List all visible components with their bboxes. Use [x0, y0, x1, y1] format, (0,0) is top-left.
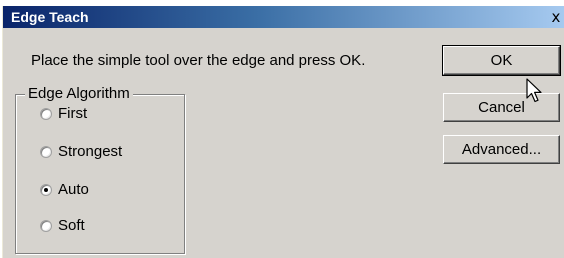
ok-button[interactable]: OK	[442, 45, 561, 76]
radio-button-auto[interactable]	[40, 184, 52, 196]
edge-algorithm-group-label: Edge Algorithm	[25, 85, 133, 103]
radio-button-first[interactable]	[40, 108, 52, 120]
radio-label-strongest: Strongest	[58, 143, 123, 160]
radio-selected-dot	[44, 188, 48, 192]
radio-label-auto: Auto	[58, 181, 89, 198]
edge-teach-dialog: Edge Teach x Place the simple tool over …	[2, 6, 564, 258]
dialog-title: Edge Teach	[11, 9, 89, 25]
mouse-pointer-icon	[526, 78, 542, 103]
radio-button-soft[interactable]	[40, 220, 52, 232]
radio-label-soft: Soft	[58, 217, 85, 234]
title-bar[interactable]: Edge Teach x	[3, 6, 564, 28]
radio-button-strongest[interactable]	[40, 146, 52, 158]
instruction-text: Place the simple tool over the edge and …	[31, 52, 366, 69]
edge-algorithm-group	[15, 94, 185, 254]
radio-label-first: First	[58, 105, 88, 122]
advanced-button[interactable]: Advanced...	[443, 135, 560, 164]
close-icon[interactable]: x	[547, 7, 564, 27]
